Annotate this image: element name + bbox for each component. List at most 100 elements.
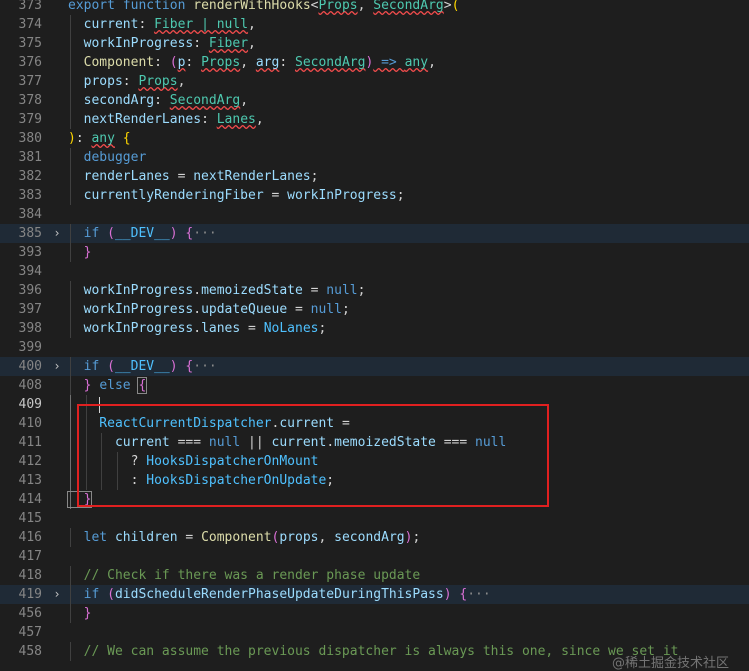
code-line[interactable]: 376 Component: (p: Props, arg: SecondArg… xyxy=(0,53,749,72)
code-token: null xyxy=(310,302,342,317)
code-token: function xyxy=(122,0,194,13)
code-text: } xyxy=(68,243,92,262)
code-line[interactable]: 397 workInProgress.updateQueue = null; xyxy=(0,300,749,319)
code-token: nextRenderLanes xyxy=(68,112,202,127)
line-number: 410 xyxy=(18,416,42,431)
code-token: secondArg xyxy=(68,93,155,108)
line-number: 399 xyxy=(18,340,42,355)
line-number: 400 xyxy=(18,359,42,374)
code-token: : xyxy=(185,55,202,70)
fold-chevron-icon[interactable]: › xyxy=(50,585,64,604)
line-number: 418 xyxy=(18,568,42,583)
code-token: workInProgress xyxy=(68,302,194,317)
code-editor[interactable]: 373 export function renderWithHooks<Props… xyxy=(0,0,749,661)
line-number: 394 xyxy=(18,264,42,279)
highlight-annotation-box xyxy=(77,404,549,507)
code-text: workInProgress.updateQueue = null; xyxy=(68,300,350,319)
code-token: : xyxy=(122,74,139,89)
code-token: if xyxy=(68,226,108,241)
code-token: => xyxy=(373,55,405,70)
code-token: : xyxy=(154,93,170,108)
code-line[interactable]: 416 let children = Component(props, seco… xyxy=(0,528,749,547)
code-token: = xyxy=(302,283,327,298)
code-line[interactable]: 381 debugger xyxy=(0,148,749,167)
line-number: 396 xyxy=(18,283,42,298)
code-text: let children = Component(props, secondAr… xyxy=(68,528,421,547)
code-token: = xyxy=(287,302,311,317)
code-line[interactable]: 457 xyxy=(0,623,749,642)
code-line[interactable]: 400 › if (__DEV__) {··· xyxy=(0,357,749,376)
code-token: ; xyxy=(310,169,319,184)
code-line[interactable]: 380): any { xyxy=(0,129,749,148)
fold-chevron-icon[interactable]: › xyxy=(50,357,64,376)
code-token: : xyxy=(75,131,92,146)
code-text: workInProgress.memoizedState = null; xyxy=(68,281,366,300)
code-token: . xyxy=(193,283,202,298)
code-line[interactable]: 408 } else { xyxy=(0,376,749,395)
code-line[interactable]: 379 nextRenderLanes: Lanes, xyxy=(0,110,749,129)
code-token: NoLanes xyxy=(263,321,319,336)
code-token: ( xyxy=(169,55,178,70)
code-line[interactable]: 415 xyxy=(0,509,749,528)
code-line[interactable]: 394 xyxy=(0,262,749,281)
line-number: 419 xyxy=(18,587,42,602)
code-line[interactable]: 398 workInProgress.lanes = NoLanes; xyxy=(0,319,749,338)
code-line[interactable]: 417 xyxy=(0,547,749,566)
code-token: export xyxy=(68,0,123,13)
code-line[interactable]: 377 props: Props, xyxy=(0,72,749,91)
watermark-text: @稀土掘金技术社区 xyxy=(611,656,729,671)
code-token: updateQueue xyxy=(201,302,288,317)
code-line[interactable]: 374 current: Fiber | null, xyxy=(0,15,749,34)
code-token: Fiber xyxy=(208,36,249,51)
line-number: 416 xyxy=(18,530,42,545)
code-token: any xyxy=(404,55,429,70)
code-token: , xyxy=(318,530,335,545)
code-token: any xyxy=(91,131,115,146)
line-number: 373 xyxy=(18,0,42,13)
code-line[interactable]: 393 } xyxy=(0,243,749,262)
code-line[interactable]: 399 xyxy=(0,338,749,357)
code-token: : xyxy=(138,17,155,32)
line-number: 379 xyxy=(18,112,42,127)
code-line[interactable]: 375 workInProgress: Fiber, xyxy=(0,34,749,53)
line-number: 412 xyxy=(18,454,42,469)
code-text: renderLanes = nextRenderLanes; xyxy=(68,167,319,186)
code-token: renderLanes xyxy=(68,169,170,184)
code-token: lanes xyxy=(201,321,241,336)
code-token: > xyxy=(443,0,452,13)
code-token: ( xyxy=(451,0,460,13)
code-line[interactable]: 456 } xyxy=(0,604,749,623)
code-line[interactable]: 418 // Check if there was a render phase… xyxy=(0,566,749,585)
code-line[interactable]: 378 secondArg: SecondArg, xyxy=(0,91,749,110)
code-token: children xyxy=(114,530,178,545)
line-number: 408 xyxy=(18,378,42,393)
code-token: ) xyxy=(68,131,76,146)
code-token: ··· xyxy=(193,359,217,374)
code-token: Component xyxy=(201,530,272,545)
code-token: renderWithHooks xyxy=(193,0,311,13)
code-token: currentlyRenderingFiber xyxy=(68,188,264,203)
code-text: Component: (p: Props, arg: SecondArg) =>… xyxy=(68,53,436,72)
fold-chevron-icon[interactable]: › xyxy=(50,224,64,243)
code-text: if (didScheduleRenderPhaseUpdateDuringTh… xyxy=(68,585,491,604)
code-token: . xyxy=(193,302,202,317)
code-token: , xyxy=(357,0,374,13)
code-token: else xyxy=(99,378,139,393)
code-line[interactable]: 419 › if (didScheduleRenderPhaseUpdateDur… xyxy=(0,585,749,604)
code-text: workInProgress: Fiber, xyxy=(68,34,256,53)
code-token: Component xyxy=(68,55,155,70)
code-line[interactable]: 385 › if (__DEV__) {··· xyxy=(0,224,749,243)
line-number: 385 xyxy=(18,226,42,241)
code-token: Props xyxy=(318,0,358,13)
line-number: 376 xyxy=(18,55,42,70)
line-number: 456 xyxy=(18,606,42,621)
code-line[interactable]: 383 currentlyRenderingFiber = workInProg… xyxy=(0,186,749,205)
code-token: } xyxy=(68,606,92,621)
line-number: 384 xyxy=(18,207,42,222)
code-token: ; xyxy=(396,188,405,203)
code-line[interactable]: 384 xyxy=(0,205,749,224)
code-line[interactable]: 373 export function renderWithHooks<Props… xyxy=(0,0,749,15)
code-token: = xyxy=(240,321,264,336)
code-line[interactable]: 382 renderLanes = nextRenderLanes; xyxy=(0,167,749,186)
code-line[interactable]: 396 workInProgress.memoizedState = null; xyxy=(0,281,749,300)
